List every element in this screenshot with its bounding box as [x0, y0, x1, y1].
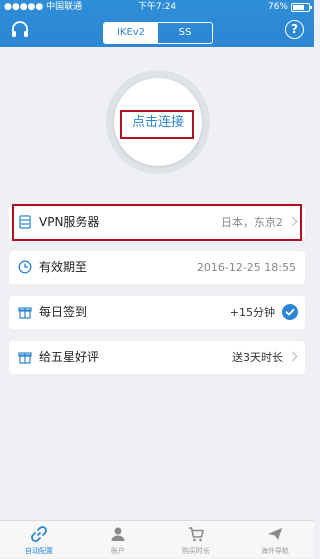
status-time: 下午7:24	[137, 2, 177, 12]
tab-buy-time[interactable]: 购买时长	[157, 521, 235, 559]
vpn-server-label: VPN服务器	[39, 215, 100, 229]
server-icon	[19, 215, 31, 229]
tab-ss[interactable]: SS	[158, 23, 212, 43]
connect-ring: 点击连接	[106, 70, 210, 174]
daily-checkin-value: +15分钟	[229, 306, 275, 319]
protocol-segmented-control: IKEv2 SS	[103, 22, 213, 44]
rate-five-star-row[interactable]: 给五星好评 送3天时长	[9, 341, 305, 374]
cart-icon	[189, 527, 204, 542]
battery-icon	[291, 2, 312, 12]
tab-auto-config[interactable]: 自动配置	[0, 521, 78, 559]
connect-button[interactable]: 点击连接	[114, 78, 202, 166]
gift-icon	[18, 307, 32, 319]
bottom-tab-bar: 自动配置 账户 购买时长 海外导航	[0, 520, 314, 558]
rate-five-star-value: 送3天时长	[232, 351, 283, 364]
paper-plane-icon	[268, 528, 282, 540]
expiry-value: 2016-12-25 18:55	[196, 261, 296, 274]
top-bar: ●●●●● 中国联通 下午7:24 76% IKEv2 SS ?	[0, 0, 314, 47]
connect-label: 点击连接	[131, 115, 184, 130]
expiry-label: 有效期至	[39, 260, 88, 274]
gift-icon	[18, 352, 32, 364]
status-bar: ●●●●● 中国联通 下午7:24 76%	[0, 0, 314, 14]
vpn-server-value: 日本，东京2	[221, 216, 283, 229]
link-icon	[31, 526, 47, 542]
checkmark-icon	[282, 304, 298, 320]
tab-overseas-nav[interactable]: 海外导航	[236, 521, 314, 559]
tab-label: 购买时长	[182, 547, 210, 555]
person-icon	[111, 527, 125, 541]
tab-ikev2[interactable]: IKEv2	[104, 23, 158, 43]
nav-bar: IKEv2 SS ?	[0, 14, 314, 47]
daily-checkin-label: 每日签到	[39, 305, 88, 319]
headset-icon[interactable]	[10, 20, 30, 40]
daily-checkin-row[interactable]: 每日签到 +15分钟	[9, 296, 305, 329]
clock-icon	[18, 260, 32, 274]
tab-account[interactable]: 账户	[79, 521, 157, 559]
status-right: 76%	[267, 0, 312, 14]
expiry-row: 有效期至 2016-12-25 18:55	[9, 251, 305, 284]
chevron-right-icon	[287, 216, 298, 227]
rate-five-star-label: 给五星好评	[39, 350, 100, 364]
tab-label: 海外导航	[261, 547, 289, 555]
tab-label: 账户	[111, 547, 125, 555]
vpn-server-row[interactable]: VPN服务器 日本，东京2	[9, 206, 305, 239]
chevron-right-icon	[287, 351, 298, 362]
help-icon[interactable]: ?	[285, 20, 304, 39]
tab-label: 自动配置	[25, 547, 53, 555]
battery-percent: 76%	[267, 2, 288, 12]
